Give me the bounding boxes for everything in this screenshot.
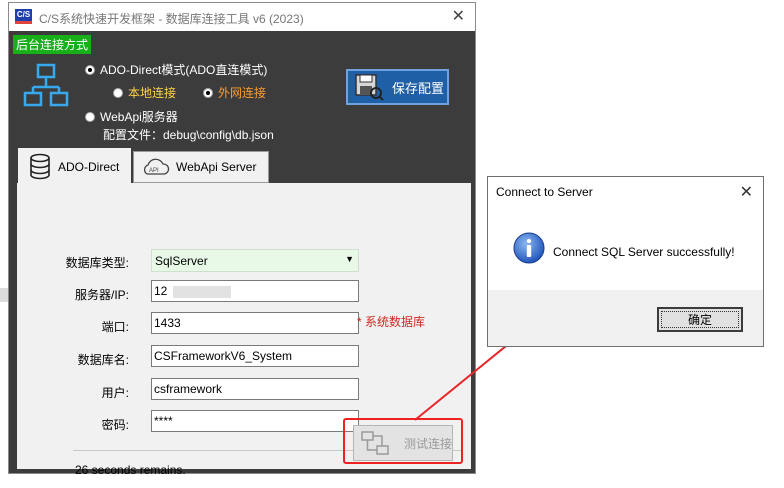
- password-label: 密码:: [101, 418, 129, 432]
- window-title: C/S系统快速开发框架 - 数据库连接工具 v6 (2023): [39, 12, 304, 26]
- mode-label: 后台连接方式: [13, 35, 92, 54]
- network-icon: [23, 63, 69, 107]
- test-connection-button[interactable]: 测试连接: [353, 425, 453, 461]
- tab-webapi-server-label: WebApi Server: [176, 160, 257, 174]
- radio-dot-icon: [203, 87, 213, 98]
- test-connection-label: 测试连接: [404, 436, 453, 451]
- save-config-label: 保存配置: [392, 80, 445, 96]
- main-window: C/S C/S系统快速开发框架 - 数据库连接工具 v6 (2023) ✕ 后台…: [8, 2, 476, 477]
- radio-ado-direct[interactable]: ADO-Direct模式(ADO直连模式): [85, 61, 267, 78]
- dialog-body: Connect SQL Server successfully!: [488, 205, 763, 290]
- radio-local-label: 本地连接: [128, 86, 177, 100]
- database-icon: [30, 153, 50, 180]
- port-label: 端口:: [101, 320, 129, 334]
- radio-external-label: 外网连接: [218, 86, 267, 100]
- ok-button[interactable]: 确定: [657, 307, 743, 332]
- radio-webapi[interactable]: WebApi服务器: [85, 108, 178, 125]
- radio-webapi-label: WebApi服务器: [100, 110, 178, 124]
- svg-text:API: API: [149, 168, 159, 174]
- radio-ado-direct-label: ADO-Direct模式(ADO直连模式): [100, 63, 268, 77]
- connection-mode-panel: 后台连接方式 ADO-Direct模式(ADO直连模式) 本地连接 外网连接 W…: [9, 31, 475, 145]
- ok-button-label: 确定: [661, 311, 739, 328]
- radio-external[interactable]: 外网连接: [203, 84, 266, 101]
- config-file-path: 配置文件：debug\config\db.json: [103, 128, 274, 142]
- password-input[interactable]: ****: [151, 410, 359, 432]
- tab-webapi-server[interactable]: API WebApi Server: [133, 151, 269, 183]
- user-input[interactable]: csframework: [151, 378, 359, 400]
- app-logo: C/S: [15, 9, 32, 24]
- server-label: 服务器/IP:: [74, 288, 129, 302]
- cloud-api-icon: API: [143, 158, 170, 175]
- db-type-select[interactable]: SqlServer ▼: [151, 249, 359, 272]
- dialog-title: Connect to Server: [496, 185, 593, 199]
- tab-ado-direct[interactable]: ADO-Direct: [18, 148, 131, 186]
- radio-dot-icon: [85, 64, 95, 75]
- db-name-input[interactable]: CSFrameworkV6_System: [151, 345, 359, 367]
- redacted-blur: [172, 285, 231, 298]
- countdown-text: 26 seconds remains.: [75, 463, 186, 477]
- dialog-close-button[interactable]: ✕: [740, 182, 753, 202]
- save-config-icon: [355, 74, 384, 101]
- server-input[interactable]: 12: [151, 280, 359, 302]
- dialog-footer: 确定: [488, 290, 763, 346]
- db-name-label: 数据库名:: [77, 353, 129, 367]
- save-config-button[interactable]: 保存配置: [346, 69, 449, 105]
- network-connect-icon: [361, 431, 389, 455]
- user-label: 用户:: [101, 386, 129, 400]
- message-dialog: Connect to Server ✕ Connect SQL Server s…: [487, 176, 764, 347]
- db-type-value: SqlServer: [155, 254, 208, 268]
- title-bar: C/S C/S系统快速开发框架 - 数据库连接工具 v6 (2023) ✕: [9, 3, 475, 31]
- info-icon: [513, 232, 545, 264]
- close-button[interactable]: ✕: [452, 6, 465, 26]
- radio-dot-icon: [113, 87, 123, 98]
- db-type-label: 数据库类型:: [65, 256, 129, 270]
- dropdown-arrow-icon: ▼: [345, 254, 354, 264]
- radio-dot-icon: [85, 111, 95, 122]
- system-db-note: * 系统数据库: [357, 315, 426, 329]
- radio-local[interactable]: 本地连接: [113, 84, 176, 101]
- dialog-message: Connect SQL Server successfully!: [553, 245, 735, 259]
- tab-area: 数据库类型: SqlServer ▼ 服务器/IP: 12 端口: 1433 数…: [9, 145, 475, 477]
- tab-ado-direct-label: ADO-Direct: [58, 160, 120, 174]
- port-input[interactable]: 1433: [151, 312, 359, 334]
- server-value: 12: [154, 284, 168, 298]
